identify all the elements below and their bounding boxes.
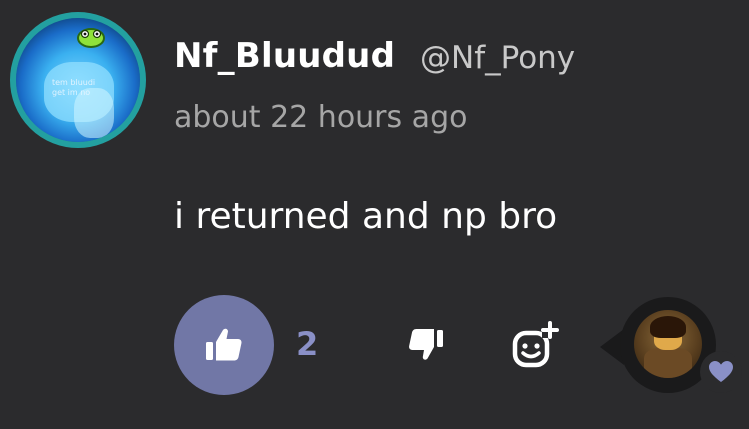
author-avatar[interactable]: tem bluudi get im no (10, 12, 146, 148)
author-handle[interactable]: @Nf_Pony (420, 40, 575, 76)
avatar-text-line1: tem bluudi (52, 78, 96, 87)
thumbs-down-icon (409, 329, 443, 360)
add-reaction-button[interactable] (508, 319, 566, 373)
reactor-avatar[interactable] (634, 310, 702, 378)
avatar-text-line2: get im no (52, 88, 91, 97)
avatar-accessory-icon (77, 28, 105, 48)
post-message: i returned and np bro (174, 196, 558, 237)
dislike-button[interactable] (402, 321, 450, 369)
reactor-avatar-body (644, 348, 692, 378)
post-timestamp: about 22 hours ago (174, 100, 468, 135)
add-reaction-icon (512, 321, 559, 368)
heart-icon (709, 361, 733, 382)
author-name[interactable]: Nf_Bluudud (174, 36, 395, 76)
thumbs-up-icon (206, 328, 242, 361)
reaction-badge (700, 351, 742, 393)
like-count: 2 (296, 325, 319, 363)
like-button[interactable] (174, 295, 274, 395)
reactor-avatar-hair (650, 316, 686, 338)
